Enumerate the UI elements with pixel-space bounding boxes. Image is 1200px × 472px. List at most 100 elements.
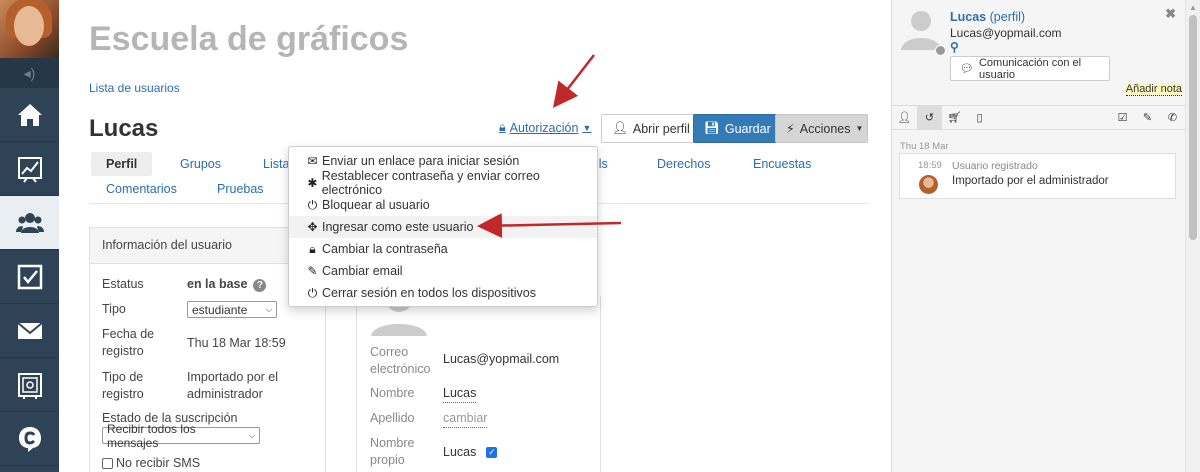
type-label: Tipo bbox=[102, 302, 126, 316]
menu-item-block-user[interactable]: ⏻ Bloquear al usuario bbox=[289, 194, 597, 216]
tab-comments[interactable]: Comentarios bbox=[106, 177, 177, 201]
reg-date-label-line2: registro bbox=[102, 344, 144, 358]
timeline-date: Thu 18 Mar bbox=[900, 141, 949, 152]
reg-type-value-line2: administrador bbox=[187, 387, 263, 401]
breadcrumb-users-list[interactable]: Lista de usuarios bbox=[89, 81, 180, 95]
app-title: Escuela de gráficos bbox=[89, 20, 409, 58]
sidebar-chat[interactable] bbox=[0, 412, 59, 466]
scrollbar[interactable]: ▲ bbox=[1185, 0, 1200, 472]
status-label: Estatus bbox=[102, 277, 144, 291]
sidebar-safe[interactable] bbox=[0, 358, 59, 412]
subscription-select-value: Recibir todos los mensajes bbox=[107, 421, 196, 450]
user-avatar[interactable] bbox=[0, 0, 59, 58]
tab-lists[interactable]: Lista bbox=[263, 152, 289, 176]
tab-rights[interactable]: Derechos bbox=[657, 152, 711, 176]
speaker-icon[interactable]: ◂) bbox=[0, 58, 59, 88]
sidebar-home[interactable] bbox=[0, 88, 59, 142]
event-title: Usuario registrado bbox=[952, 160, 1038, 172]
cart-icon[interactable]: 🛒︎ bbox=[942, 106, 967, 130]
menu-item-reset-password[interactable]: ✱ Restablecer contraseña y enviar correo… bbox=[289, 169, 597, 197]
side-user-name: Lucas (perfil) bbox=[950, 10, 1025, 24]
no-sms-label: No recibir SMS bbox=[116, 456, 201, 470]
asterisk-icon: ✱ bbox=[307, 176, 318, 190]
save-button[interactable]: 💾︎ Guardar bbox=[693, 114, 782, 143]
subscription-select[interactable]: Recibir todos los mensajes ⌵ bbox=[102, 422, 260, 450]
move-icon: ✥ bbox=[307, 220, 318, 234]
authorization-dropdown-toggle[interactable]: 🔒︎ Autorización ▼ bbox=[499, 120, 591, 135]
tab-profile[interactable]: Perfil bbox=[91, 152, 153, 176]
close-icon[interactable]: ✖ bbox=[1165, 6, 1176, 22]
no-sms-row: No recibir SMS bbox=[102, 455, 200, 472]
open-profile-label: Abrir perfil bbox=[632, 121, 690, 136]
home-icon bbox=[17, 103, 42, 126]
own-name-label-line1: Nombre bbox=[370, 436, 415, 450]
safe-icon bbox=[17, 372, 42, 399]
power-icon: ⏻ bbox=[307, 285, 318, 300]
sidebar-tasks[interactable] bbox=[0, 250, 59, 304]
comments-icon: 💬︎ bbox=[960, 63, 974, 75]
last-name-value[interactable]: cambiar bbox=[443, 410, 488, 428]
history-icon[interactable]: ↺ bbox=[917, 105, 942, 130]
menu-item-label: Ingresar como este usuario bbox=[322, 220, 474, 234]
tab-surveys[interactable]: Encuestas bbox=[753, 152, 811, 176]
scroll-up-icon[interactable]: ▲ bbox=[1189, 3, 1197, 12]
status-dot bbox=[935, 45, 946, 56]
menu-item-logout-all-devices[interactable]: ⏻ Cerrar sesión en todos los dispositivo… bbox=[289, 282, 597, 304]
menu-item-label: Cerrar sesión en todos los dispositivos bbox=[322, 286, 536, 300]
sidebar-charts[interactable] bbox=[0, 142, 59, 196]
phone-icon[interactable]: ✆ bbox=[1160, 106, 1185, 130]
avatar-placeholder-icon bbox=[901, 11, 941, 50]
type-select[interactable]: estudiante ⌵ bbox=[187, 301, 277, 318]
tab-tests[interactable]: Pruebas bbox=[217, 177, 264, 201]
reg-type-label-line2: registro bbox=[102, 387, 144, 401]
own-name-label-line2: propio bbox=[370, 453, 405, 467]
first-name-label: Nombre bbox=[370, 386, 415, 400]
users-icon bbox=[15, 212, 44, 233]
envelope-icon: ✉ bbox=[307, 154, 318, 168]
user-icon[interactable]: 👤︎ bbox=[892, 106, 917, 130]
pencil-icon[interactable]: ✎ bbox=[1135, 106, 1160, 130]
sidebar-users[interactable] bbox=[0, 196, 59, 250]
event-time: 18:59 bbox=[918, 160, 942, 171]
first-name-value[interactable]: Lucas bbox=[443, 385, 477, 403]
event-avatar bbox=[919, 175, 938, 194]
actions-dropdown-button[interactable]: ⚡︎ Acciones ▼ bbox=[775, 114, 868, 143]
menu-item-label: Enviar un enlace para iniciar sesión bbox=[322, 154, 520, 168]
edit-icon: ✎ bbox=[307, 264, 318, 278]
reg-type-label-line1: Tipo de bbox=[102, 370, 144, 384]
scrollbar-thumb[interactable] bbox=[1189, 15, 1197, 240]
open-profile-button[interactable]: 👤︎ Abrir perfil bbox=[601, 114, 701, 143]
user-profile-panel: Lucas Correo electrónico Lucas@yopmail.c… bbox=[356, 296, 601, 472]
menu-item-label: Cambiar email bbox=[322, 264, 403, 278]
authorization-label: Autorización bbox=[509, 120, 579, 135]
lock-icon: 🔒︎ bbox=[499, 120, 506, 134]
tab-groups[interactable]: Grupos bbox=[180, 152, 221, 176]
floppy-icon: 💾︎ bbox=[704, 121, 720, 135]
actions-label: Acciones bbox=[799, 121, 851, 136]
save-label: Guardar bbox=[724, 121, 771, 136]
search-icon[interactable]: ⚲ bbox=[950, 40, 959, 54]
side-user-name-text[interactable]: Lucas bbox=[950, 10, 986, 24]
chevron-down-icon: ⌵ bbox=[248, 430, 255, 440]
own-name-checkbox[interactable]: ✓ bbox=[486, 447, 498, 458]
chevron-down-icon: ⌵ bbox=[265, 304, 272, 314]
mobile-icon[interactable]: ▯ bbox=[967, 106, 992, 130]
help-icon[interactable]: ? bbox=[253, 279, 267, 292]
menu-item-change-email[interactable]: ✎ Cambiar email bbox=[289, 260, 597, 282]
timeline-event: 18:59 Usuario registrado Importado por e… bbox=[899, 153, 1176, 199]
communication-button[interactable]: 💬︎ Comunicación con el usuario bbox=[950, 56, 1110, 81]
no-sms-checkbox[interactable] bbox=[102, 458, 113, 469]
menu-item-change-password[interactable]: 🔒︎ Cambiar la contraseña bbox=[289, 238, 597, 260]
add-note-link[interactable]: Añadir nota bbox=[1125, 83, 1182, 96]
email-label-line2: electrónico bbox=[370, 362, 431, 376]
email-label-line1: Correo bbox=[370, 345, 409, 359]
authorization-dropdown-menu: ✉ Enviar un enlace para iniciar sesión ✱… bbox=[288, 146, 598, 307]
own-name-value: Lucas bbox=[443, 445, 477, 459]
menu-item-login-as-user[interactable]: ✥ Ingresar como este usuario bbox=[289, 216, 597, 238]
chat-logo-icon bbox=[18, 426, 41, 452]
chart-icon bbox=[17, 156, 42, 183]
check-square-icon[interactable]: ☑ bbox=[1110, 106, 1135, 130]
profile-link[interactable]: (perfil) bbox=[990, 10, 1025, 24]
sidebar-mail[interactable] bbox=[0, 304, 59, 358]
reg-type-value-line1: Importado por el bbox=[187, 370, 279, 384]
